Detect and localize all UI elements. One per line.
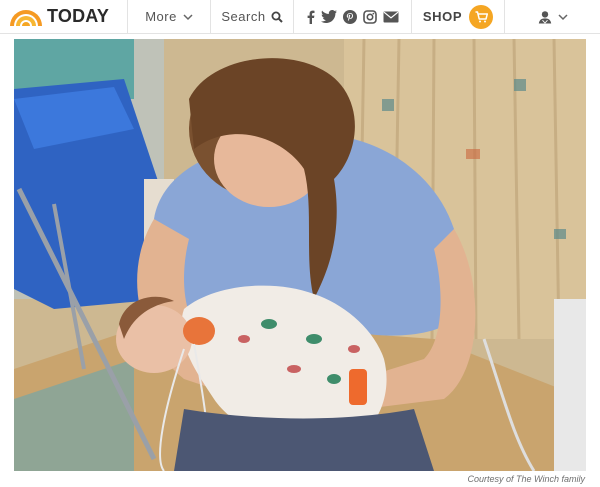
- more-label: More: [145, 9, 177, 24]
- user-avatar-icon: [538, 10, 551, 24]
- top-navigation-bar: TODAY More Search SHOP: [0, 0, 600, 34]
- instagram-icon[interactable]: [363, 9, 377, 24]
- article-hero-photo: [14, 39, 586, 471]
- photo-credit: Courtesy of The Winch family: [467, 474, 585, 484]
- twitter-icon[interactable]: [321, 10, 337, 23]
- pinterest-icon[interactable]: [343, 9, 357, 24]
- search-icon: [271, 11, 283, 23]
- sunrise-logo-icon: [10, 9, 42, 26]
- shop-button[interactable]: SHOP: [412, 0, 505, 34]
- more-menu-button[interactable]: More: [128, 0, 211, 34]
- mother-holding-baby-photo: [14, 39, 586, 471]
- account-menu-button[interactable]: [505, 0, 600, 34]
- chevron-down-icon: [183, 9, 193, 24]
- email-icon[interactable]: [383, 11, 399, 23]
- chevron-down-icon: [557, 8, 568, 26]
- shopping-cart-icon: [469, 4, 494, 29]
- social-links: [294, 0, 412, 34]
- today-logo[interactable]: TODAY: [0, 0, 128, 34]
- facebook-icon[interactable]: [306, 10, 315, 24]
- shop-label: SHOP: [422, 9, 463, 24]
- logo-wordmark: TODAY: [47, 6, 110, 26]
- search-label: Search: [221, 9, 266, 24]
- search-button[interactable]: Search: [211, 0, 294, 34]
